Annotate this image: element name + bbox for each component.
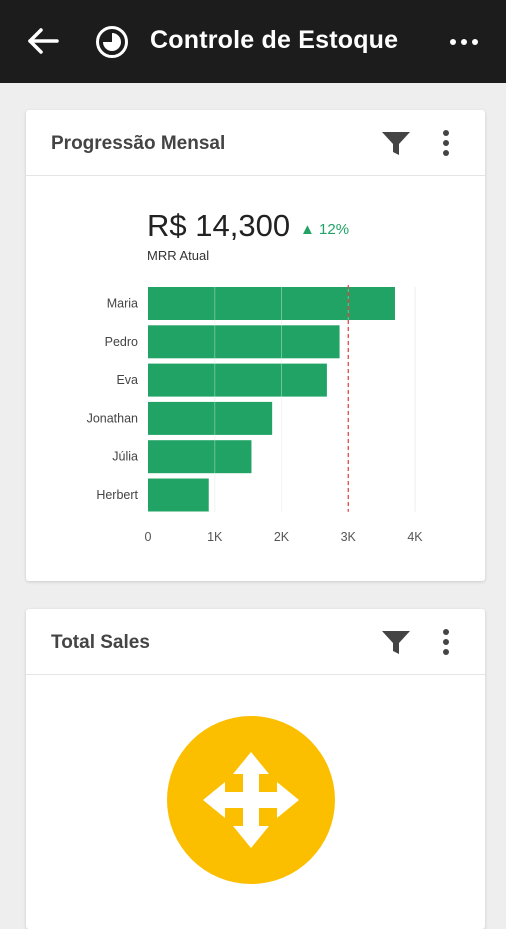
- x-tick-label: 3K: [341, 530, 357, 544]
- bar: [148, 325, 340, 359]
- more-horizontal-icon[interactable]: [448, 28, 480, 56]
- x-tick-label: 1K: [207, 530, 223, 544]
- x-tick-label: 0: [145, 530, 152, 544]
- card-title: Progressão Mensal: [51, 133, 226, 154]
- move-arrows-icon: [203, 752, 299, 848]
- kpi-label: MRR Atual: [147, 248, 210, 263]
- kpi-value: R$ 14,300: [147, 208, 291, 243]
- category-label: Jonathan: [87, 411, 138, 425]
- app-bar: Controle de Estoque: [0, 0, 506, 83]
- filter-icon[interactable]: [380, 627, 412, 657]
- moon-clock-icon: [96, 26, 128, 58]
- kpi-delta-badge: ▲ 12%: [300, 221, 350, 238]
- total-sales-card: Total Sales: [26, 609, 485, 929]
- monthly-progress-card: Progressão Mensal R$ 14,300 ▲ 12% MRR At…: [26, 110, 485, 581]
- bar: [148, 440, 252, 474]
- x-tick-label: 4K: [407, 530, 423, 544]
- more-vertical-icon[interactable]: [434, 128, 458, 158]
- bar: [148, 478, 209, 512]
- category-label: Júlia: [112, 450, 138, 464]
- more-vertical-icon[interactable]: [434, 627, 458, 657]
- card-title: Total Sales: [51, 632, 150, 653]
- bar: [148, 287, 395, 320]
- bar: [148, 401, 273, 435]
- category-label: Pedro: [105, 335, 138, 349]
- bar: [148, 363, 327, 397]
- category-label: Eva: [116, 373, 138, 387]
- card-header: Total Sales: [26, 609, 485, 675]
- bar-chart: Maria Pedro Eva Jonathan Júlia Herbert 0 1K 2K 3K…: [87, 285, 423, 544]
- arrow-left-icon[interactable]: [26, 27, 60, 55]
- category-label: Herbert: [96, 488, 138, 502]
- x-tick-label: 2K: [274, 530, 290, 544]
- filter-icon[interactable]: [380, 128, 412, 158]
- move-action-button[interactable]: [167, 716, 335, 884]
- card-header: Progressão Mensal: [26, 110, 485, 176]
- app-title: Controle de Estoque: [150, 26, 399, 54]
- category-label: Maria: [107, 297, 138, 311]
